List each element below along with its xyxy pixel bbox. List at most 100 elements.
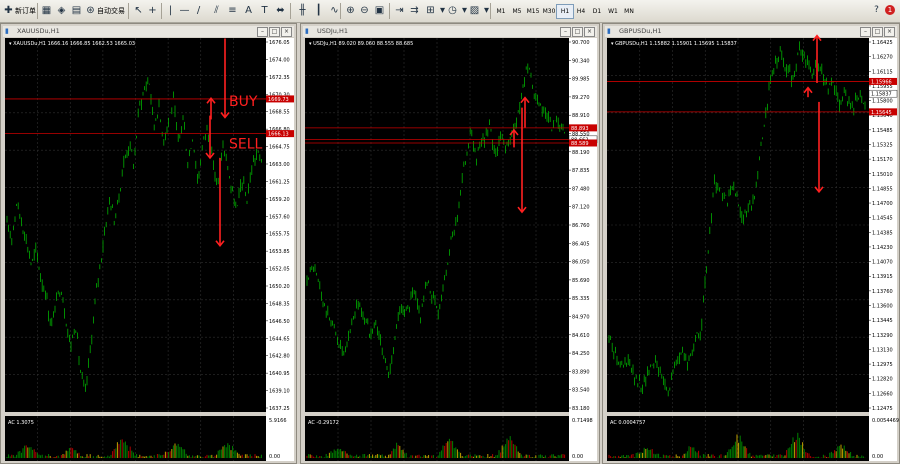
- price-tick-label: 84.610: [572, 333, 590, 339]
- indicator-plot-area: [5, 416, 266, 461]
- price-tick-label: 1.12975: [872, 362, 893, 368]
- price-tick-label: 1.14700: [872, 201, 893, 207]
- price-tick-label: 83.890: [572, 369, 590, 375]
- toolbar-separator: [340, 3, 341, 19]
- indicator-tick-label: 0.00: [872, 454, 883, 460]
- price-tick-label: 1.16270: [872, 55, 893, 61]
- price-chart[interactable]: 90.70090.34089.98589.27088.91088.55088.1…: [301, 24, 599, 463]
- indicator-tick-label: 0.00: [572, 454, 583, 460]
- chart-window-usdj[interactable]: ▮ USDJu,H1 – □ × 90.700 90.340 89.985 89.27…: [300, 23, 600, 464]
- label-tool-icon[interactable]: T: [258, 4, 271, 17]
- auto-trading-icon[interactable]: ⊛: [84, 4, 97, 17]
- indicator-tick-label: 5.9166: [269, 418, 287, 424]
- indicator-label: AC 1.3075: [8, 420, 34, 426]
- tile-windows-icon[interactable]: ▣: [373, 4, 386, 17]
- indicator-tick-label: 0.71498: [572, 418, 593, 424]
- text-tool-icon[interactable]: A: [242, 4, 255, 17]
- price-tick-label: 88.190: [572, 150, 590, 156]
- price-tick-label: 1.15800: [872, 99, 893, 105]
- price-marker-label: 1666.13: [268, 132, 289, 138]
- terminal-icon[interactable]: ▤: [70, 4, 83, 17]
- sell-annotation: SELL: [229, 137, 263, 153]
- price-tick-label: 1.13760: [872, 289, 893, 295]
- price-tick-label: 84.970: [572, 315, 590, 321]
- price-tick-label: 1648.35: [269, 301, 290, 307]
- price-tick-label: 1.15325: [872, 142, 893, 148]
- channel-icon[interactable]: ⫽: [210, 4, 223, 17]
- price-tick-label: 89.270: [572, 95, 590, 101]
- indicator-plot-area: [305, 416, 569, 461]
- price-tick-label: 1659.20: [269, 197, 290, 203]
- price-chart[interactable]: 1676.051674.001672.351670.301668.551666.…: [1, 24, 296, 463]
- price-tick-label: 1644.65: [269, 336, 290, 342]
- price-tick-label: 1640.95: [269, 371, 290, 377]
- horizontal-line-icon[interactable]: —: [178, 4, 191, 17]
- price-tick-label: 89.985: [572, 77, 590, 83]
- auto-scroll-icon[interactable]: ⇉: [408, 4, 421, 17]
- price-tick-label: 1676.05: [269, 40, 290, 46]
- price-tick-label: 87.835: [572, 168, 590, 174]
- price-tick-label: 1.15010: [872, 172, 893, 178]
- indicator-label: AC 0.0004757: [610, 420, 645, 426]
- zoom-out-icon[interactable]: ⊖: [358, 4, 371, 17]
- alert-badge[interactable]: 1: [885, 5, 895, 15]
- price-tick-label: 1661.25: [269, 179, 290, 185]
- chart-info-line: ▾ USDJu,H1 89.020 89.060 88.555 88.685: [309, 41, 413, 47]
- arrow-tool-icon[interactable]: ⬌: [274, 4, 287, 17]
- candlestick-icon[interactable]: ┃: [312, 4, 325, 17]
- toolbar-separator: [389, 3, 390, 19]
- new-order-icon[interactable]: ✚: [2, 4, 15, 17]
- price-marker-label: 1.15966: [871, 79, 892, 85]
- price-tick-label: 1.16115: [872, 69, 893, 75]
- fibonacci-icon[interactable]: ≡: [226, 4, 239, 17]
- price-tick-label: 87.480: [572, 186, 590, 192]
- chart-window-xauusd[interactable]: ▮ XAUUSDu,H1 – □ × 1676.05 1674.00 1672.35…: [0, 23, 297, 464]
- price-tick-label: 1646.50: [269, 319, 290, 325]
- price-tick-label: 1672.35: [269, 75, 290, 81]
- price-tick-label: 1.14070: [872, 260, 893, 266]
- price-tick-label: 1.13290: [872, 333, 893, 339]
- vertical-line-icon[interactable]: |: [164, 4, 177, 17]
- toolbar-separator: [128, 3, 129, 19]
- chart-window-gbpusd[interactable]: ▮ GBPUSDu,H1 – □ × 1.16425 1.16270 1.16115…: [602, 23, 900, 464]
- chart-info-line: ▾ GBPUSDu,H1 1.15882 1.15901 1.15695 1.1…: [611, 41, 737, 47]
- price-tick-label: 1.14855: [872, 186, 893, 192]
- auto-trading-button[interactable]: 自动交易: [97, 3, 125, 19]
- price-tick-label: 1674.00: [269, 57, 290, 63]
- toolbar-separator: [161, 3, 162, 19]
- price-tick-label: 86.405: [572, 241, 590, 247]
- price-tick-label: 1.14230: [872, 245, 893, 251]
- price-tick-label: 83.540: [572, 388, 590, 394]
- price-chart[interactable]: 1.164251.162701.161151.159551.158001.156…: [603, 24, 899, 463]
- price-tick-label: 85.690: [572, 278, 590, 284]
- price-marker-label: 1.15837: [871, 92, 892, 98]
- toolbar-separator: [490, 3, 491, 19]
- timeframe-mn-button[interactable]: MN: [620, 4, 638, 19]
- help-icon[interactable]: ?: [870, 4, 883, 17]
- price-tick-label: 1.13130: [872, 347, 893, 353]
- crosshair-icon[interactable]: +: [146, 4, 159, 17]
- price-tick-label: 84.250: [572, 351, 590, 357]
- chart-shift-icon[interactable]: ⇥: [393, 4, 406, 17]
- chart-info-line: ▾ XAUUSDu,H1 1666.16 1666.85 1662.53 166…: [9, 41, 135, 47]
- price-tick-label: 1.12475: [872, 406, 893, 412]
- price-tick-label: 86.760: [572, 223, 590, 229]
- bar-chart-icon[interactable]: ╫: [296, 4, 309, 17]
- price-tick-label: 1.13600: [872, 304, 893, 310]
- price-tick-label: 1657.60: [269, 214, 290, 220]
- price-marker-label: 88.589: [571, 141, 589, 147]
- indicator-label: AC -0.29172: [308, 420, 339, 426]
- navigator-icon[interactable]: ◈: [55, 4, 68, 17]
- new-order-button[interactable]: 新订单: [15, 3, 36, 19]
- market-watch-icon[interactable]: ▦: [40, 4, 53, 17]
- trend-line-icon[interactable]: /: [192, 4, 205, 17]
- price-tick-label: 1637.25: [269, 406, 290, 412]
- price-tick-label: 1.15485: [872, 128, 893, 134]
- price-tick-label: 1.15170: [872, 157, 893, 163]
- price-tick-label: 1.13445: [872, 318, 893, 324]
- price-tick-label: 88.910: [572, 113, 590, 119]
- zoom-in-icon[interactable]: ⊕: [344, 4, 357, 17]
- price-tick-label: 1652.05: [269, 267, 290, 273]
- cursor-icon[interactable]: ↖: [132, 4, 145, 17]
- toolbar-separator: [290, 3, 291, 19]
